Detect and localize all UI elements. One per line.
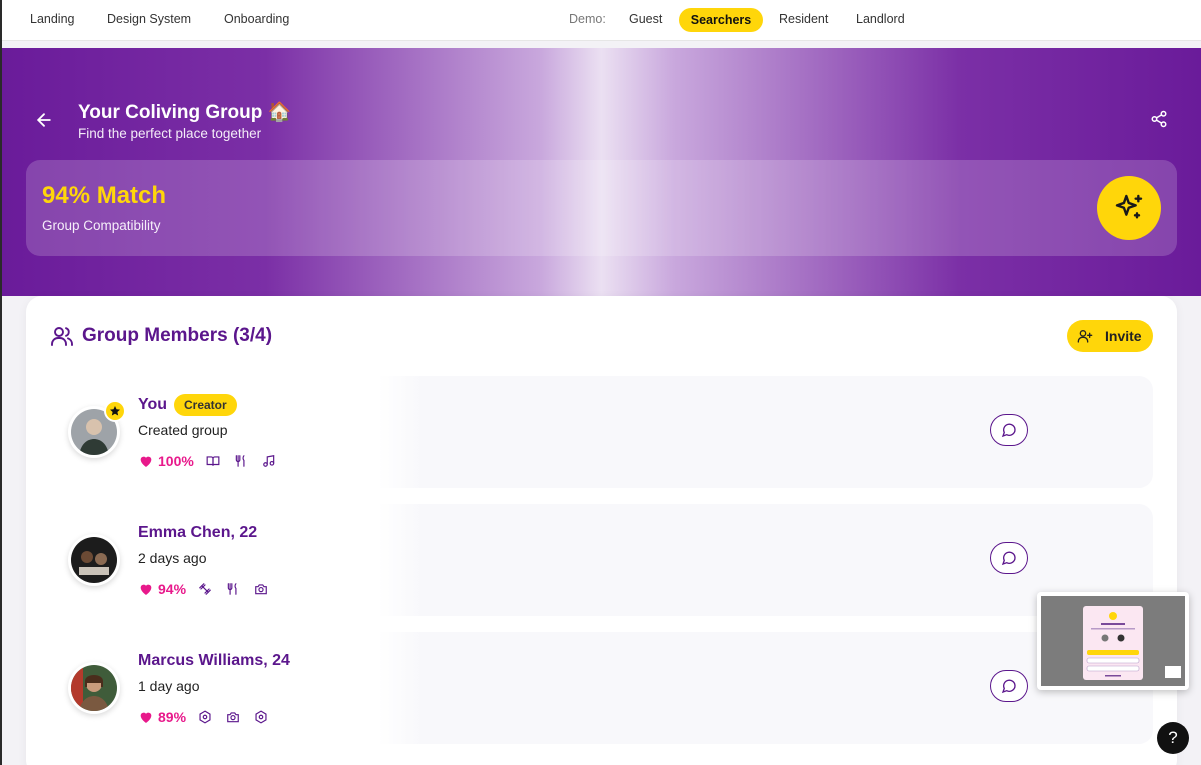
avatar-photo: [71, 665, 117, 711]
message-button[interactable]: [990, 670, 1028, 702]
heart-icon: [140, 712, 152, 723]
member-name[interactable]: Emma Chen, 22: [138, 524, 257, 542]
match-label: Group Compatibility: [42, 218, 161, 233]
compatibility-card: 94% Match Group Compatibility: [26, 160, 1177, 256]
message-button[interactable]: [990, 414, 1028, 446]
ai-suggest-button[interactable]: [1097, 176, 1161, 240]
role-landlord[interactable]: Landlord: [856, 12, 905, 26]
page-subtitle: Find the perfect place together: [78, 126, 262, 141]
share-icon: [1151, 110, 1167, 128]
message-button[interactable]: [990, 542, 1028, 574]
invite-label: Invite: [1105, 328, 1142, 344]
member-row: Marcus Williams, 24 1 day ago 89%: [46, 632, 1153, 744]
member-compatibility: 100%: [138, 452, 290, 470]
camera-icon: [227, 712, 239, 723]
nav-link-onboarding[interactable]: Onboarding: [224, 12, 289, 26]
page-title: Your Coliving Group 🏠: [78, 102, 292, 123]
demo-label: Demo:: [569, 12, 606, 26]
compat-percent: 100%: [158, 453, 194, 469]
member-row: You Creator Created group 100%: [46, 376, 1153, 488]
avatar-photo: [71, 537, 117, 583]
heart-icon: [140, 584, 152, 595]
heart-icon: [140, 456, 152, 467]
utensils-icon: [227, 583, 237, 595]
avatar[interactable]: [68, 534, 120, 586]
member-compatibility: 94%: [138, 580, 282, 598]
member-status: Created group: [138, 422, 228, 438]
group-members-card: Group Members (3/4) Invite You Creator C…: [26, 296, 1177, 765]
creator-crown-icon: [104, 400, 126, 422]
users-icon: [50, 324, 74, 348]
message-circle-icon: [1001, 679, 1016, 694]
screen-preview-thumbnail[interactable]: [1037, 592, 1189, 690]
role-guest[interactable]: Guest: [629, 12, 662, 26]
role-resident[interactable]: Resident: [779, 12, 828, 26]
group-header: Your Coliving Group 🏠 Find the perfect p…: [2, 48, 1201, 296]
member-name[interactable]: You: [138, 396, 167, 414]
message-circle-icon: [1001, 551, 1016, 566]
creator-badge: Creator: [174, 394, 237, 416]
settings-icon: [199, 710, 211, 724]
help-button[interactable]: ?: [1157, 722, 1189, 754]
avatar[interactable]: [68, 400, 126, 458]
music-icon: [262, 455, 275, 467]
sparkles-icon: [1115, 194, 1143, 219]
member-status: 2 days ago: [138, 550, 207, 566]
top-nav: Landing Design System Onboarding Demo: G…: [2, 0, 1201, 41]
invite-button[interactable]: Invite: [1067, 320, 1153, 352]
preview-mini-window: [1165, 666, 1181, 678]
role-searchers-active[interactable]: Searchers: [679, 8, 763, 32]
message-circle-icon: [1001, 423, 1016, 438]
back-button[interactable]: [34, 110, 54, 130]
window-edge: [0, 0, 2, 765]
nav-link-landing[interactable]: Landing: [30, 12, 75, 26]
member-status: 1 day ago: [138, 678, 200, 694]
dumbbell-icon: [199, 583, 211, 595]
utensils-icon: [235, 455, 245, 467]
preview-backdrop: [1041, 596, 1185, 686]
compat-percent: 89%: [158, 709, 187, 725]
member-compatibility: 89%: [138, 708, 282, 726]
avatar[interactable]: [68, 662, 120, 714]
arrow-left-icon: [37, 113, 51, 127]
preview-modal: [1083, 606, 1143, 680]
camera-icon: [255, 584, 267, 595]
section-title: Group Members (3/4): [82, 325, 273, 346]
nav-link-design-system[interactable]: Design System: [107, 12, 191, 26]
settings-icon: [255, 710, 267, 724]
compat-percent: 94%: [158, 581, 187, 597]
member-name[interactable]: Marcus Williams, 24: [138, 652, 290, 670]
match-percentage: 94% Match: [42, 182, 167, 209]
user-plus-icon: [1077, 330, 1093, 343]
share-button[interactable]: [1150, 110, 1170, 130]
book-icon: [206, 456, 220, 466]
member-row: Emma Chen, 22 2 days ago 94%: [46, 504, 1153, 616]
